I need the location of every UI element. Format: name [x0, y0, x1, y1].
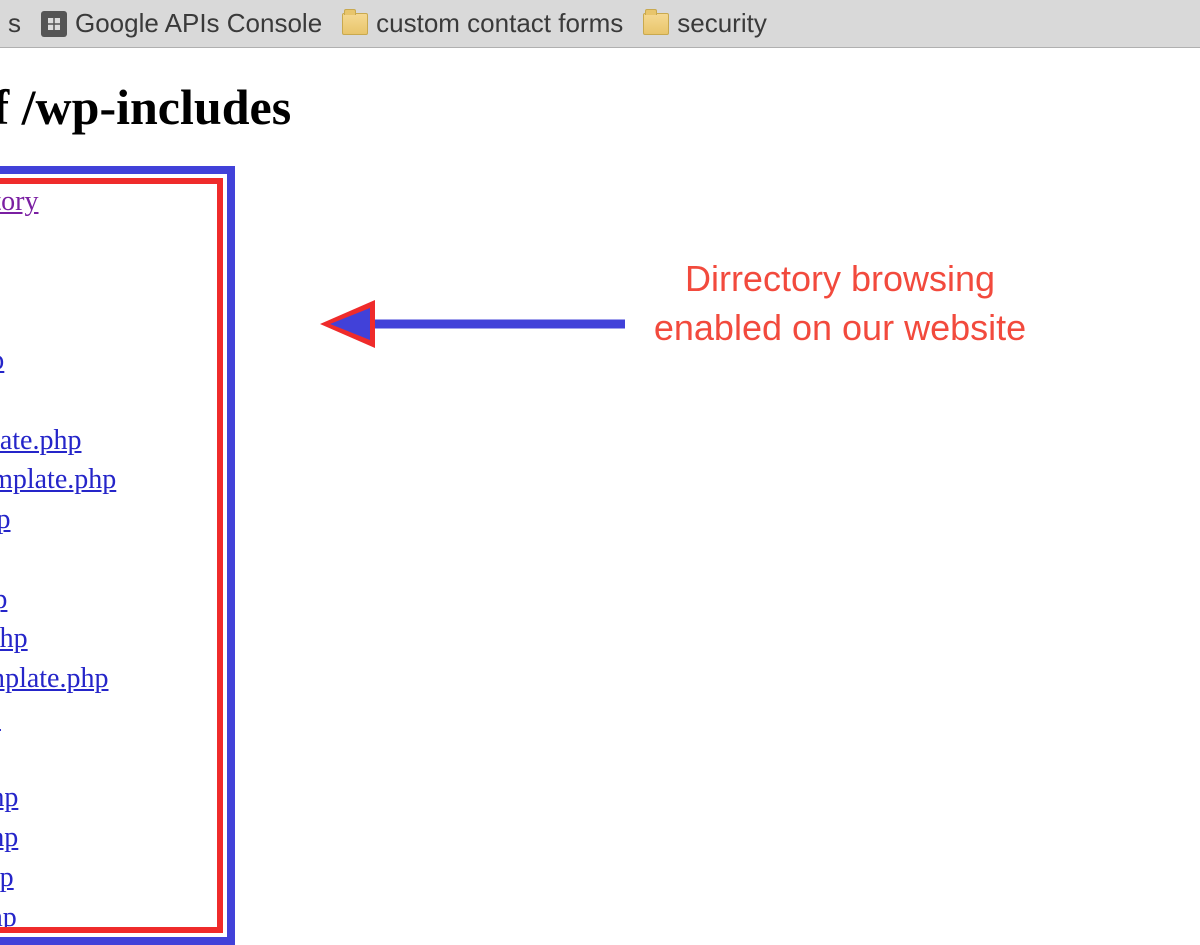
directory-list: ent Directory 3/plePie/t/in-bar.php mlib.p…	[0, 182, 217, 937]
list-item: ss-feed.php	[0, 818, 217, 858]
directory-link[interactable]: ss-IXR.php	[0, 782, 18, 813]
bookmarks-bar: s Google APIs Console custom contact for…	[0, 0, 1200, 48]
list-item: tificates/	[0, 739, 217, 779]
bookmark-label: security	[677, 8, 767, 39]
list-item: 3/	[0, 222, 217, 262]
bookmark-truncated-label: s	[8, 8, 21, 39]
list-item: in-bar.php	[0, 341, 217, 381]
list-item: abilities.php	[0, 619, 217, 659]
directory-link[interactable]: abilities.php	[0, 623, 28, 654]
list-item: plePie/	[0, 262, 217, 302]
list-item: egory.php	[0, 699, 217, 739]
list-item: hor-template.php	[0, 421, 217, 461]
directory-link[interactable]: egory-template.php	[0, 663, 108, 694]
bookmark-security[interactable]: security	[643, 8, 767, 39]
directory-link[interactable]: onical.php	[0, 584, 7, 615]
list-item: he.php	[0, 540, 217, 580]
annotation-text: Dirrectory browsing enabled on our websi…	[580, 255, 1100, 352]
bookmark-google-apis[interactable]: Google APIs Console	[41, 8, 322, 39]
bookmark-label: custom contact forms	[376, 8, 623, 39]
page-title: x of /wp-includes	[0, 78, 1200, 136]
directory-link[interactable]: kmark.php	[0, 504, 11, 535]
list-item: egory-template.php	[0, 659, 217, 699]
directory-link[interactable]: in-bar.php	[0, 345, 4, 376]
list-item: t/	[0, 301, 217, 341]
folder-icon	[342, 13, 368, 35]
directory-link[interactable]: kmark-template.php	[0, 464, 116, 495]
directory-listing-highlight: ent Directory 3/plePie/t/in-bar.php mlib.p…	[0, 166, 235, 945]
directory-link[interactable]: ss-feed.php	[0, 822, 18, 853]
folder-icon	[643, 13, 669, 35]
directory-link[interactable]: ent Directory	[0, 186, 39, 217]
directory-link[interactable]: hor-template.php	[0, 425, 82, 456]
list-item: kmark.php	[0, 500, 217, 540]
list-item: ss-ison.php	[0, 898, 217, 938]
api-icon	[41, 11, 67, 37]
list-item: ss-IXR.php	[0, 778, 217, 818]
list-item: ent Directory	[0, 182, 217, 222]
annotation-line1: Dirrectory browsing	[685, 258, 995, 299]
bookmark-custom-contact-forms[interactable]: custom contact forms	[342, 8, 623, 39]
directory-link[interactable]: egory.php	[0, 703, 1, 734]
list-item: mlib.php	[0, 381, 217, 421]
directory-link[interactable]: ss-ison.php	[0, 902, 17, 933]
bookmark-truncated[interactable]: s	[8, 8, 21, 39]
list-item: ss-http.php	[0, 858, 217, 898]
bookmark-label: Google APIs Console	[75, 8, 322, 39]
list-item: onical.php	[0, 580, 217, 620]
list-item: kmark-template.php	[0, 460, 217, 500]
annotation-line2: enabled on our website	[654, 307, 1026, 348]
page-content: x of /wp-includes ent Directory 3/plePie/…	[0, 78, 1200, 945]
directory-link[interactable]: ss-http.php	[0, 862, 14, 893]
